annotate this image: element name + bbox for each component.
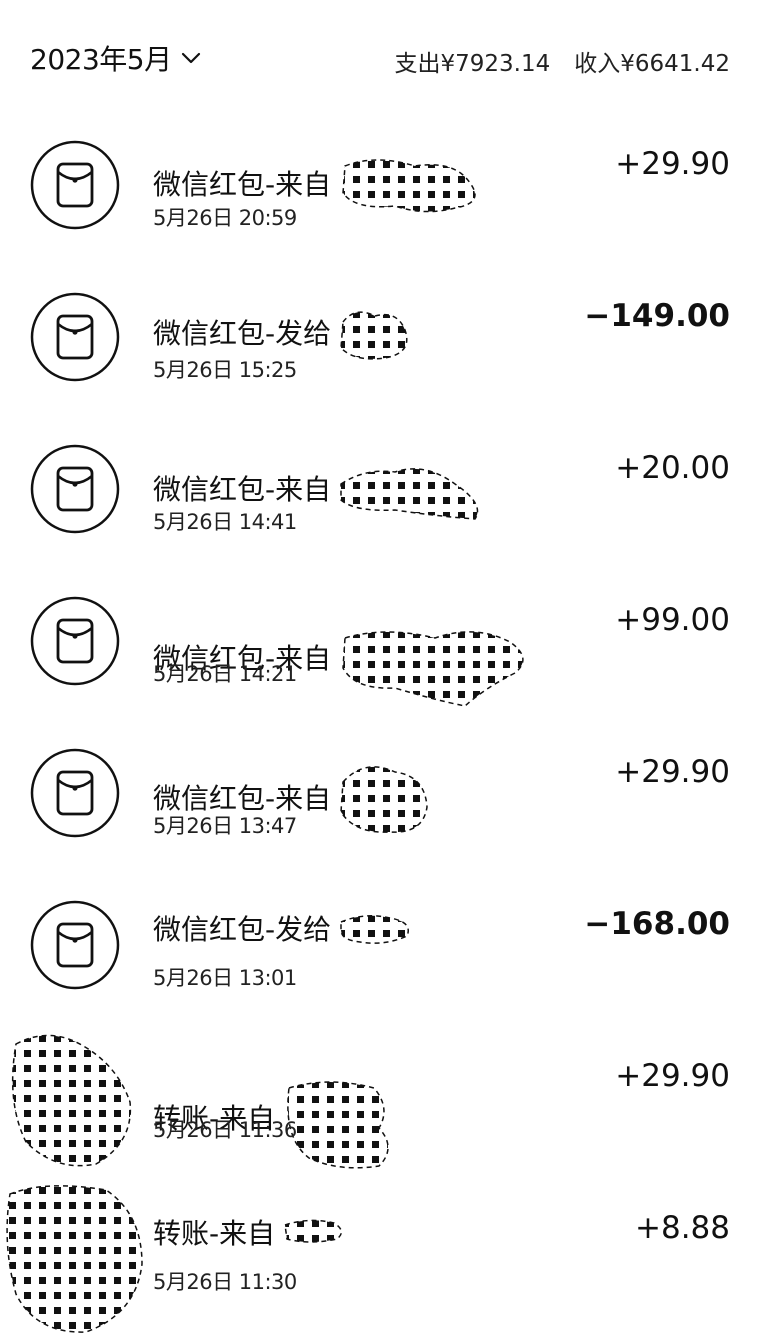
transaction-title: 微信红包-发给 <box>153 908 415 948</box>
chevron-down-icon <box>180 47 202 69</box>
transaction-list: 微信红包-来自 5月26日 20:59 +29.90 微信红包-发给 5月26日… <box>0 110 760 1333</box>
transaction-amount: +99.00 <box>615 602 730 638</box>
redacted-avatar <box>6 1184 143 1333</box>
transaction-time: 5月26日 15:25 <box>153 358 297 382</box>
transaction-time: 5月26日 20:59 <box>153 206 297 230</box>
transaction-time: 5月26日 13:47 <box>153 814 297 838</box>
transaction-amount: −149.00 <box>584 298 730 334</box>
bill-header: 2023年5月 支出¥7923.14 收入¥6641.42 <box>0 0 760 110</box>
transaction-amount: +8.88 <box>635 1210 730 1246</box>
redaction-mask <box>342 159 476 213</box>
transaction-row[interactable]: 转账-来自 5月26日 11:36 +29.90 <box>0 1022 760 1174</box>
monthly-summary: 支出¥7923.14 收入¥6641.42 <box>391 44 731 78</box>
transaction-time: 5月26日 14:41 <box>153 510 297 534</box>
redaction-mask <box>284 1219 343 1243</box>
transaction-time: 5月26日 11:30 <box>153 1270 297 1294</box>
month-picker[interactable]: 2023年5月 <box>30 38 202 78</box>
transaction-row[interactable]: 微信红包-来自 5月26日 13:47 +29.90 <box>0 718 760 870</box>
redaction-mask <box>340 915 410 944</box>
transaction-amount: −168.00 <box>584 906 730 942</box>
month-label: 2023年5月 <box>30 43 172 76</box>
redaction-mask <box>287 1081 389 1169</box>
transaction-row[interactable]: 微信红包-来自 5月26日 14:41 +20.00 <box>0 414 760 566</box>
red-packet-icon <box>30 596 120 686</box>
transaction-row[interactable]: 微信红包-来自 5月26日 14:21 +99.00 <box>0 566 760 718</box>
transaction-title: 转账-来自 <box>153 1212 349 1252</box>
transaction-time: 5月26日 14:21 <box>153 662 297 686</box>
transaction-title: 微信红包-来自 <box>153 604 535 710</box>
redaction-mask <box>340 468 479 520</box>
transaction-amount: +20.00 <box>615 450 730 486</box>
income-total: 收入¥6641.42 <box>574 51 730 77</box>
red-packet-icon <box>30 140 120 230</box>
redaction-mask <box>340 766 428 833</box>
redaction-mask <box>342 631 524 707</box>
redacted-avatar <box>6 1032 134 1172</box>
transaction-amount: +29.90 <box>615 754 730 790</box>
red-packet-icon <box>30 292 120 382</box>
red-packet-icon <box>30 444 120 534</box>
red-packet-icon <box>30 900 120 990</box>
transaction-time: 5月26日 13:01 <box>153 966 297 990</box>
redaction-mask <box>340 311 408 360</box>
transaction-row[interactable]: 转账-来自 5月26日 11:30 +8.88 <box>0 1174 760 1333</box>
transaction-row[interactable]: 微信红包-来自 5月26日 20:59 +29.90 <box>0 110 760 262</box>
transaction-time: 5月26日 11:36 <box>153 1118 297 1142</box>
expense-total: 支出¥7923.14 <box>394 51 551 77</box>
transaction-amount: +29.90 <box>615 1058 730 1094</box>
red-packet-icon <box>30 748 120 838</box>
transaction-amount: +29.90 <box>615 146 730 182</box>
transaction-row[interactable]: 微信红包-发给 5月26日 15:25 −149.00 <box>0 262 760 414</box>
transaction-row[interactable]: 微信红包-发给 5月26日 13:01 −168.00 <box>0 870 760 1022</box>
